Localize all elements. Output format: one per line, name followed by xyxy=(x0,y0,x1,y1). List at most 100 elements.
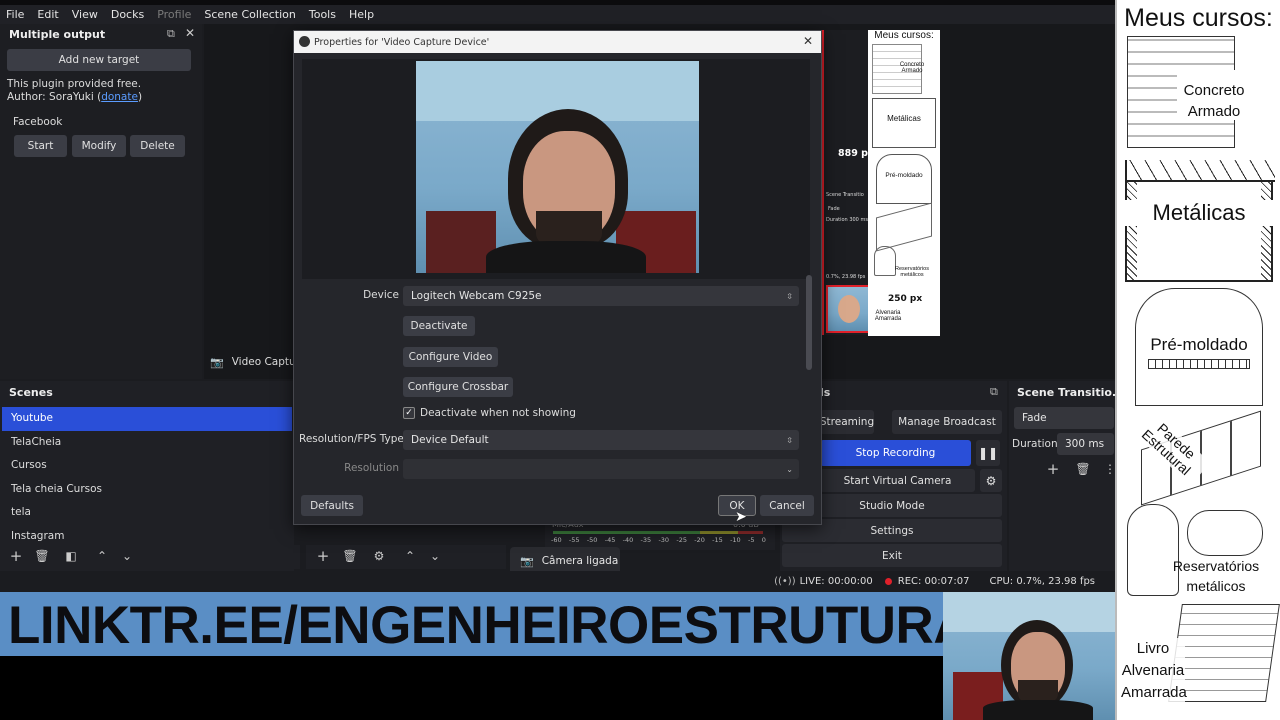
cancel-button[interactable]: Cancel xyxy=(760,495,814,516)
duration-label: Duration xyxy=(1012,438,1058,450)
preview-selection[interactable]: 889 px Scene Transitio Fade Duration 300… xyxy=(822,30,874,335)
obs-logo-icon xyxy=(299,36,310,47)
add-source-icon[interactable]: + xyxy=(314,547,332,565)
undock-icon[interactable]: ⧉ xyxy=(167,27,175,41)
status-bar: ((•)) LIVE: 00:00:00 REC: 00:07:07 CPU: … xyxy=(0,571,1115,592)
courses-panel: Meus cursos: Concreto Armado Metálicas P… xyxy=(1115,0,1280,720)
steel-truss xyxy=(1127,160,1275,182)
deactivate-when-not-showing-label: Deactivate when not showing xyxy=(420,407,576,419)
dialog-titlebar: Properties for 'Video Capture Device' ✕ xyxy=(294,31,821,53)
dialog-preview xyxy=(302,59,810,279)
dialog-close-icon[interactable]: ✕ xyxy=(803,34,813,48)
preview-courses-title: Meus cursos: xyxy=(874,30,934,41)
exit-button[interactable]: Exit xyxy=(782,544,1002,567)
mixer-tick: -15 xyxy=(712,536,723,544)
donate-link[interactable]: donate xyxy=(101,91,138,103)
deactivate-checkbox[interactable]: ✓ xyxy=(403,407,415,419)
res-fps-value: Device Default xyxy=(411,434,489,446)
res-fps-select[interactable]: Device Default ⇳ xyxy=(403,430,799,450)
remove-transition-icon[interactable]: 🗑 xyxy=(1074,460,1092,478)
res-fps-label: Resolution/FPS Type xyxy=(299,433,404,445)
device-label: Device xyxy=(363,289,399,301)
scene-item[interactable]: Tela cheia Cursos xyxy=(2,478,292,502)
device-select[interactable]: Logitech Webcam C925e ⇳ xyxy=(403,286,799,306)
scene-item[interactable]: Cursos xyxy=(2,454,292,478)
source-up-icon[interactable]: ⌃ xyxy=(401,547,419,565)
duration-input[interactable]: 300 ms xyxy=(1057,433,1114,455)
close-icon[interactable]: ✕ xyxy=(185,26,195,40)
courses-title: Meus cursos: xyxy=(1124,4,1273,32)
start-button[interactable]: Start xyxy=(14,135,67,157)
rec-status: REC: 00:07:07 xyxy=(897,576,970,587)
mixer-tick: -55 xyxy=(568,536,580,544)
resolution-select[interactable]: ⌄ xyxy=(403,459,799,479)
move-down-icon[interactable]: ⌄ xyxy=(118,547,136,565)
mixer-ticks: -60 -55 -50 -45 -40 -35 -30 -25 -20 -15 -10 -5 0 xyxy=(551,536,766,544)
start-virtual-camera-button[interactable]: Start Virtual Camera xyxy=(820,469,975,492)
scene-filters-icon[interactable]: ◧ xyxy=(62,547,80,565)
source-down-icon[interactable]: ⌄ xyxy=(426,547,444,565)
mixer-tick: -45 xyxy=(604,536,616,544)
precast-beam xyxy=(1148,359,1250,369)
remove-source-icon[interactable]: 🗑 xyxy=(341,547,359,565)
dialog-scrollbar[interactable] xyxy=(806,275,812,370)
menu-scene-collection[interactable]: Scene Collection xyxy=(204,8,295,21)
pause-icon[interactable]: ❚❚ xyxy=(976,440,1000,466)
menu-profile[interactable]: Profile xyxy=(157,8,191,21)
transition-more-icon[interactable]: ⋮ xyxy=(1101,460,1115,478)
menu-edit[interactable]: Edit xyxy=(37,8,58,21)
course-premoldado: Pré-moldado xyxy=(1150,335,1248,354)
menu-view[interactable]: View xyxy=(72,8,98,21)
scene-item[interactable]: tela xyxy=(2,501,292,525)
controls-undock-icon[interactable]: ⧉ xyxy=(990,385,998,399)
manage-broadcast-button[interactable]: Manage Broadcast xyxy=(892,410,1002,434)
mini-webcam xyxy=(826,285,870,333)
volume-meter xyxy=(553,531,763,534)
configure-video-button[interactable]: Configure Video xyxy=(403,347,498,367)
add-transition-icon[interactable]: + xyxy=(1044,460,1062,478)
course-concreto: Concreto Armado xyxy=(1183,82,1245,120)
dimension-label-2: 250 px xyxy=(888,294,923,304)
webcam-feed xyxy=(416,61,699,273)
author-line: Author: SoraYuki (donate) xyxy=(7,91,142,103)
streaming-button[interactable]: Streaming xyxy=(820,410,874,434)
live-status: LIVE: 00:00:00 xyxy=(799,576,873,587)
configure-crossbar-button[interactable]: Configure Crossbar xyxy=(403,377,513,397)
banner-text: LINKTR.EE/ENGENHEIROESTRUTURAL xyxy=(8,596,1003,655)
plugin-note: This plugin provided free. xyxy=(7,78,142,90)
overlay-shirt xyxy=(983,700,1093,720)
add-scene-icon[interactable]: + xyxy=(7,547,25,565)
scene-item[interactable]: TelaCheia xyxy=(2,431,292,455)
delete-button[interactable]: Delete xyxy=(130,135,185,157)
scenes-dock: Scenes Youtube TelaCheia Cursos Tela che… xyxy=(0,381,294,571)
transition-select[interactable]: Fade xyxy=(1014,407,1114,429)
device-updown-icon: ⇳ xyxy=(786,291,793,301)
menu-docks[interactable]: Docks xyxy=(111,8,144,21)
course-metalicas: Metálicas xyxy=(1125,200,1273,226)
preview-courses-image: Meus cursos: Concreto Armado Metálicas P… xyxy=(868,30,940,336)
mini-status: 0.7%, 23.98 fps xyxy=(826,274,866,280)
menu-bar: File Edit View Docks Profile Scene Colle… xyxy=(0,5,1115,24)
remove-scene-icon[interactable]: 🗑 xyxy=(33,547,51,565)
menu-file[interactable]: File xyxy=(6,8,24,21)
deactivate-button[interactable]: Deactivate xyxy=(403,316,475,336)
mini-duration-value: 300 ms xyxy=(849,217,868,223)
menu-tools[interactable]: Tools xyxy=(309,8,336,21)
preview-item-6: Alvenaria Amarrada xyxy=(874,310,902,322)
scenes-title: Scenes xyxy=(9,386,53,399)
modify-button[interactable]: Modify xyxy=(72,135,126,157)
course-livro: Livro Alvenaria Amarrada xyxy=(1121,638,1187,704)
scene-item[interactable]: Youtube xyxy=(2,407,292,431)
menu-help[interactable]: Help xyxy=(349,8,374,21)
defaults-button[interactable]: Defaults xyxy=(301,495,363,516)
source-properties-icon[interactable]: ⚙ xyxy=(370,547,388,565)
add-new-target-button[interactable]: Add new target xyxy=(7,49,191,71)
virtual-camera-settings-icon[interactable]: ⚙ xyxy=(980,469,1002,492)
move-up-icon[interactable]: ⌃ xyxy=(93,547,111,565)
course-reservatorios: Reservatórios metálicos xyxy=(1172,558,1260,594)
mixer-tick: -50 xyxy=(586,536,598,544)
stop-recording-button[interactable]: Stop Recording xyxy=(820,440,971,466)
cpu-status: CPU: 0.7%, 23.98 fps xyxy=(989,576,1095,587)
mini-face xyxy=(838,295,860,323)
mixer-tick: -25 xyxy=(676,536,687,544)
